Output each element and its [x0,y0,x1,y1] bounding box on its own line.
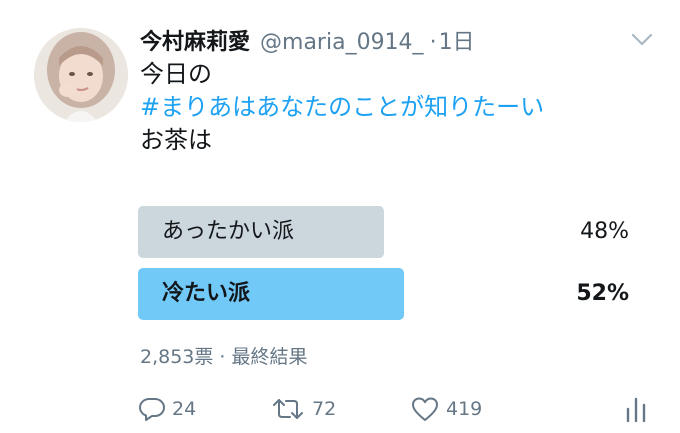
avatar-photo [34,28,128,122]
tweet-actions: 24 72 419 [138,392,658,426]
poll-option-percent: 52% [576,281,629,306]
user-handle[interactable]: @maria_0914_ [260,30,424,55]
caret-down-icon[interactable] [628,30,656,50]
poll-option-label: 冷たい派 [162,281,251,306]
poll-option-label: あったかい派 [162,219,295,244]
analytics-icon [624,394,648,424]
poll-option-winner: 冷たい派 52% [138,268,633,320]
tweet-text-line: お茶は [140,126,212,154]
hashtag-link[interactable]: #まりあはあなたのことが知りたーい [140,91,544,124]
poll-meta: 2,853票 · 最終結果 [140,346,308,368]
tweet-text-line: 今日の [140,60,212,88]
header-separator: · [429,30,437,55]
like-icon [410,395,440,423]
reply-count: 24 [172,398,197,420]
reply-button[interactable]: 24 [138,392,196,426]
retweet-button[interactable]: 72 [270,392,336,426]
display-name[interactable]: 今村麻莉愛 [140,24,250,56]
like-button[interactable]: 419 [410,392,482,426]
tweet-header: 今村麻莉愛 @maria_0914_ · 1日 [140,24,475,56]
tweet-timestamp[interactable]: 1日 [439,24,475,56]
tweet-text: 今日の #まりあはあなたのことが知りたーい お茶は [140,58,544,157]
poll-option-percent: 48% [580,219,629,244]
poll-option: あったかい派 48% [138,206,633,258]
analytics-button[interactable] [624,392,648,426]
tweet: 今村麻莉愛 @maria_0914_ · 1日 今日の #まりあはあなたのことが… [0,0,680,433]
retweet-count: 72 [312,398,337,420]
reply-icon [138,395,166,423]
like-count: 419 [446,398,483,420]
avatar[interactable] [34,28,128,122]
retweet-icon [270,395,306,423]
